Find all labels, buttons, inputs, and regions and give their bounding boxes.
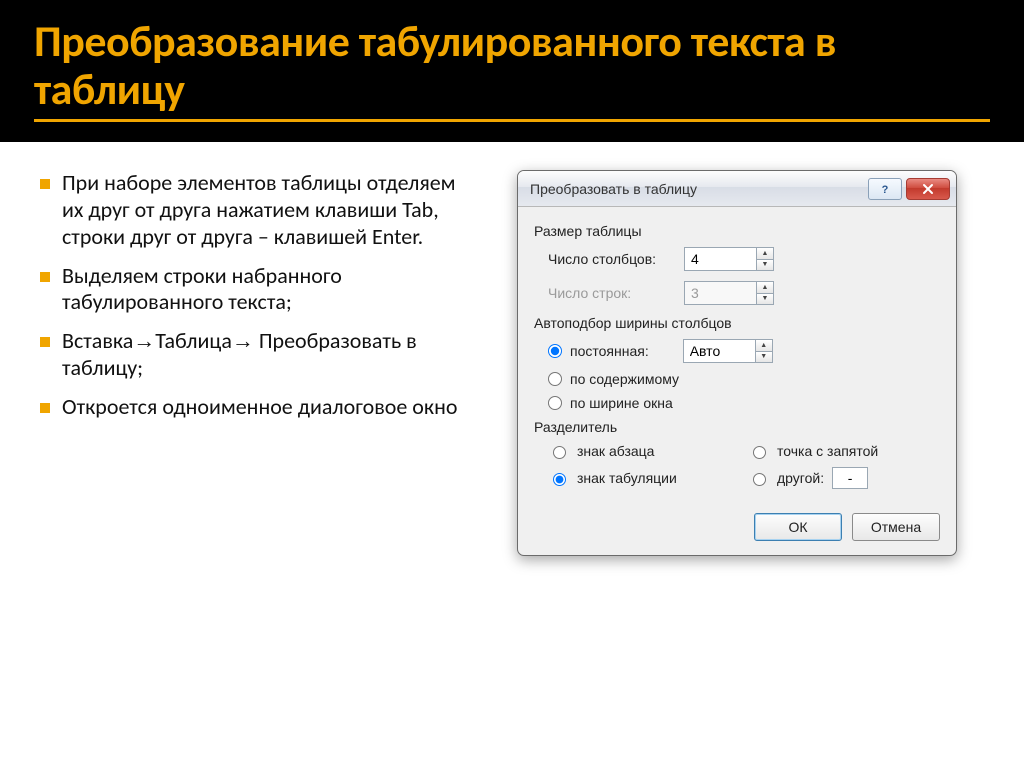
label-other: другой: <box>777 470 824 486</box>
slide-title: Преобразование табулированного текста в … <box>34 14 836 116</box>
convert-to-table-dialog: Преобразовать в таблицу ? <box>517 170 957 556</box>
rows-input <box>684 281 756 305</box>
group-autofit: Автоподбор ширины столбцов <box>534 315 940 331</box>
dialog-titlebar[interactable]: Преобразовать в таблицу ? <box>518 171 956 207</box>
bullet-icon <box>40 337 50 347</box>
label-semicolon: точка с запятой <box>777 443 878 459</box>
columns-spinner[interactable]: ▲ ▼ <box>684 247 774 271</box>
bullet-item: При наборе элементов таблицы отделяем их… <box>62 170 470 250</box>
bullet-icon <box>40 272 50 282</box>
label-columns: Число столбцов: <box>534 251 684 267</box>
radio-fit-window[interactable] <box>548 396 562 410</box>
label-tab-mark: знак табуляции <box>577 470 677 486</box>
spin-down-icon[interactable]: ▼ <box>755 351 773 364</box>
label-fit-window: по ширине окна <box>570 395 673 411</box>
group-table-size: Размер таблицы <box>534 223 940 239</box>
columns-input[interactable] <box>684 247 756 271</box>
other-sep-input[interactable] <box>832 467 868 489</box>
bullet-icon <box>40 403 50 413</box>
close-button[interactable] <box>906 178 950 200</box>
spin-down-icon[interactable]: ▼ <box>756 259 774 272</box>
bullet-list: При наборе элементов таблицы отделяем их… <box>40 170 470 433</box>
label-paragraph-mark: знак абзаца <box>577 443 654 459</box>
rows-spinner: ▲ ▼ <box>684 281 774 305</box>
ok-button[interactable]: ОК <box>754 513 842 541</box>
bullet-item: Выделяем строки набранного табулированно… <box>62 263 470 317</box>
width-spinner[interactable]: ▲ ▼ <box>683 339 773 363</box>
spin-up-icon[interactable]: ▲ <box>756 247 774 259</box>
radio-tab-mark[interactable] <box>553 473 566 486</box>
radio-fixed-width[interactable] <box>548 344 562 358</box>
radio-paragraph-mark[interactable] <box>553 446 566 459</box>
close-icon <box>921 183 935 195</box>
bullet-item: Вставка→Таблица→ Преобразовать в таблицу… <box>62 328 470 382</box>
cancel-button[interactable]: Отмена <box>852 513 940 541</box>
radio-other[interactable] <box>753 473 766 486</box>
bullet-icon <box>40 179 50 189</box>
spin-up-icon: ▲ <box>756 281 774 293</box>
bullet-item: Откроется одноименное диалоговое окно <box>62 394 470 421</box>
help-icon: ? <box>879 183 891 195</box>
label-fixed-width: постоянная: <box>570 343 649 359</box>
group-separator: Разделитель <box>534 419 940 435</box>
title-underline <box>34 119 990 122</box>
label-rows: Число строк: <box>534 285 684 301</box>
label-fit-contents: по содержимому <box>570 371 679 387</box>
radio-fit-contents[interactable] <box>548 372 562 386</box>
radio-semicolon[interactable] <box>753 446 766 459</box>
svg-text:?: ? <box>882 184 889 195</box>
dialog-title: Преобразовать в таблицу <box>530 181 864 197</box>
spin-up-icon[interactable]: ▲ <box>755 339 773 351</box>
help-button[interactable]: ? <box>868 178 902 200</box>
spin-down-icon: ▼ <box>756 293 774 306</box>
width-input[interactable] <box>683 339 755 363</box>
